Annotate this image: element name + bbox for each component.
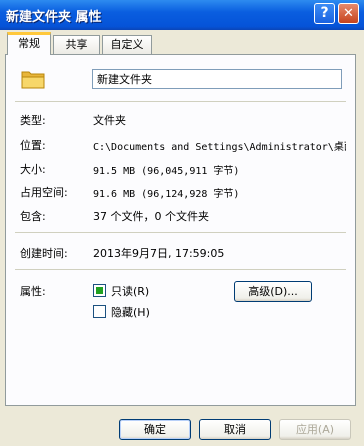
hidden-checkbox[interactable] xyxy=(93,305,106,318)
readonly-checkbox[interactable] xyxy=(93,284,106,297)
window-title: 新建文件夹 属性 xyxy=(6,10,102,25)
advanced-button[interactable]: 高级(D)... xyxy=(234,281,312,302)
separator xyxy=(15,232,346,233)
tab-sharing[interactable]: 共享 xyxy=(53,35,100,54)
close-icon: ✕ xyxy=(343,6,354,21)
tab-general-label: 常规 xyxy=(18,37,40,50)
type-label: 类型: xyxy=(20,114,46,127)
separator xyxy=(15,101,346,102)
folder-name-input[interactable] xyxy=(92,69,342,89)
attributes-label: 属性: xyxy=(20,285,46,298)
tab-sharing-label: 共享 xyxy=(65,38,88,51)
tab-customize-label: 自定义 xyxy=(110,38,144,51)
folder-icon xyxy=(21,71,45,89)
apply-button[interactable]: 应用(A) xyxy=(279,419,351,440)
general-tab-panel xyxy=(5,54,356,406)
location-label: 位置: xyxy=(20,139,46,152)
size-value: 91.5 MB (96,045,911 字节) xyxy=(93,166,240,177)
type-value: 文件夹 xyxy=(93,114,126,127)
location-value: C:\Documents and Settings\Administrator\… xyxy=(93,142,346,152)
size-on-disk-value: 91.6 MB (96,124,928 字节) xyxy=(93,189,240,200)
title-bar: 新建文件夹 属性 ? ✕ xyxy=(0,0,364,30)
help-icon: ? xyxy=(320,5,329,21)
readonly-label: 只读(R) xyxy=(111,285,150,298)
location-value-container: C:\Documents and Settings\Administrator\… xyxy=(93,137,346,152)
close-button[interactable]: ✕ xyxy=(338,3,359,24)
ok-button[interactable]: 确定 xyxy=(119,419,191,440)
size-on-disk-label: 占用空间: xyxy=(20,186,68,199)
created-value: 2013年9月7日, 17:59:05 xyxy=(93,247,225,260)
contains-label: 包含: xyxy=(20,210,46,223)
contains-value: 37 个文件，0 个文件夹 xyxy=(93,210,209,223)
help-button[interactable]: ? xyxy=(314,3,335,24)
separator xyxy=(15,269,346,270)
hidden-checkbox-row[interactable]: 隐藏(H) xyxy=(93,304,213,319)
size-label: 大小: xyxy=(20,163,46,176)
readonly-checkbox-row[interactable]: 只读(R) xyxy=(93,283,213,298)
cancel-button[interactable]: 取消 xyxy=(199,419,271,440)
tab-customize[interactable]: 自定义 xyxy=(102,35,152,54)
created-label: 创建时间: xyxy=(20,247,68,260)
hidden-label: 隐藏(H) xyxy=(111,306,150,319)
tab-general[interactable]: 常规 xyxy=(7,32,51,55)
